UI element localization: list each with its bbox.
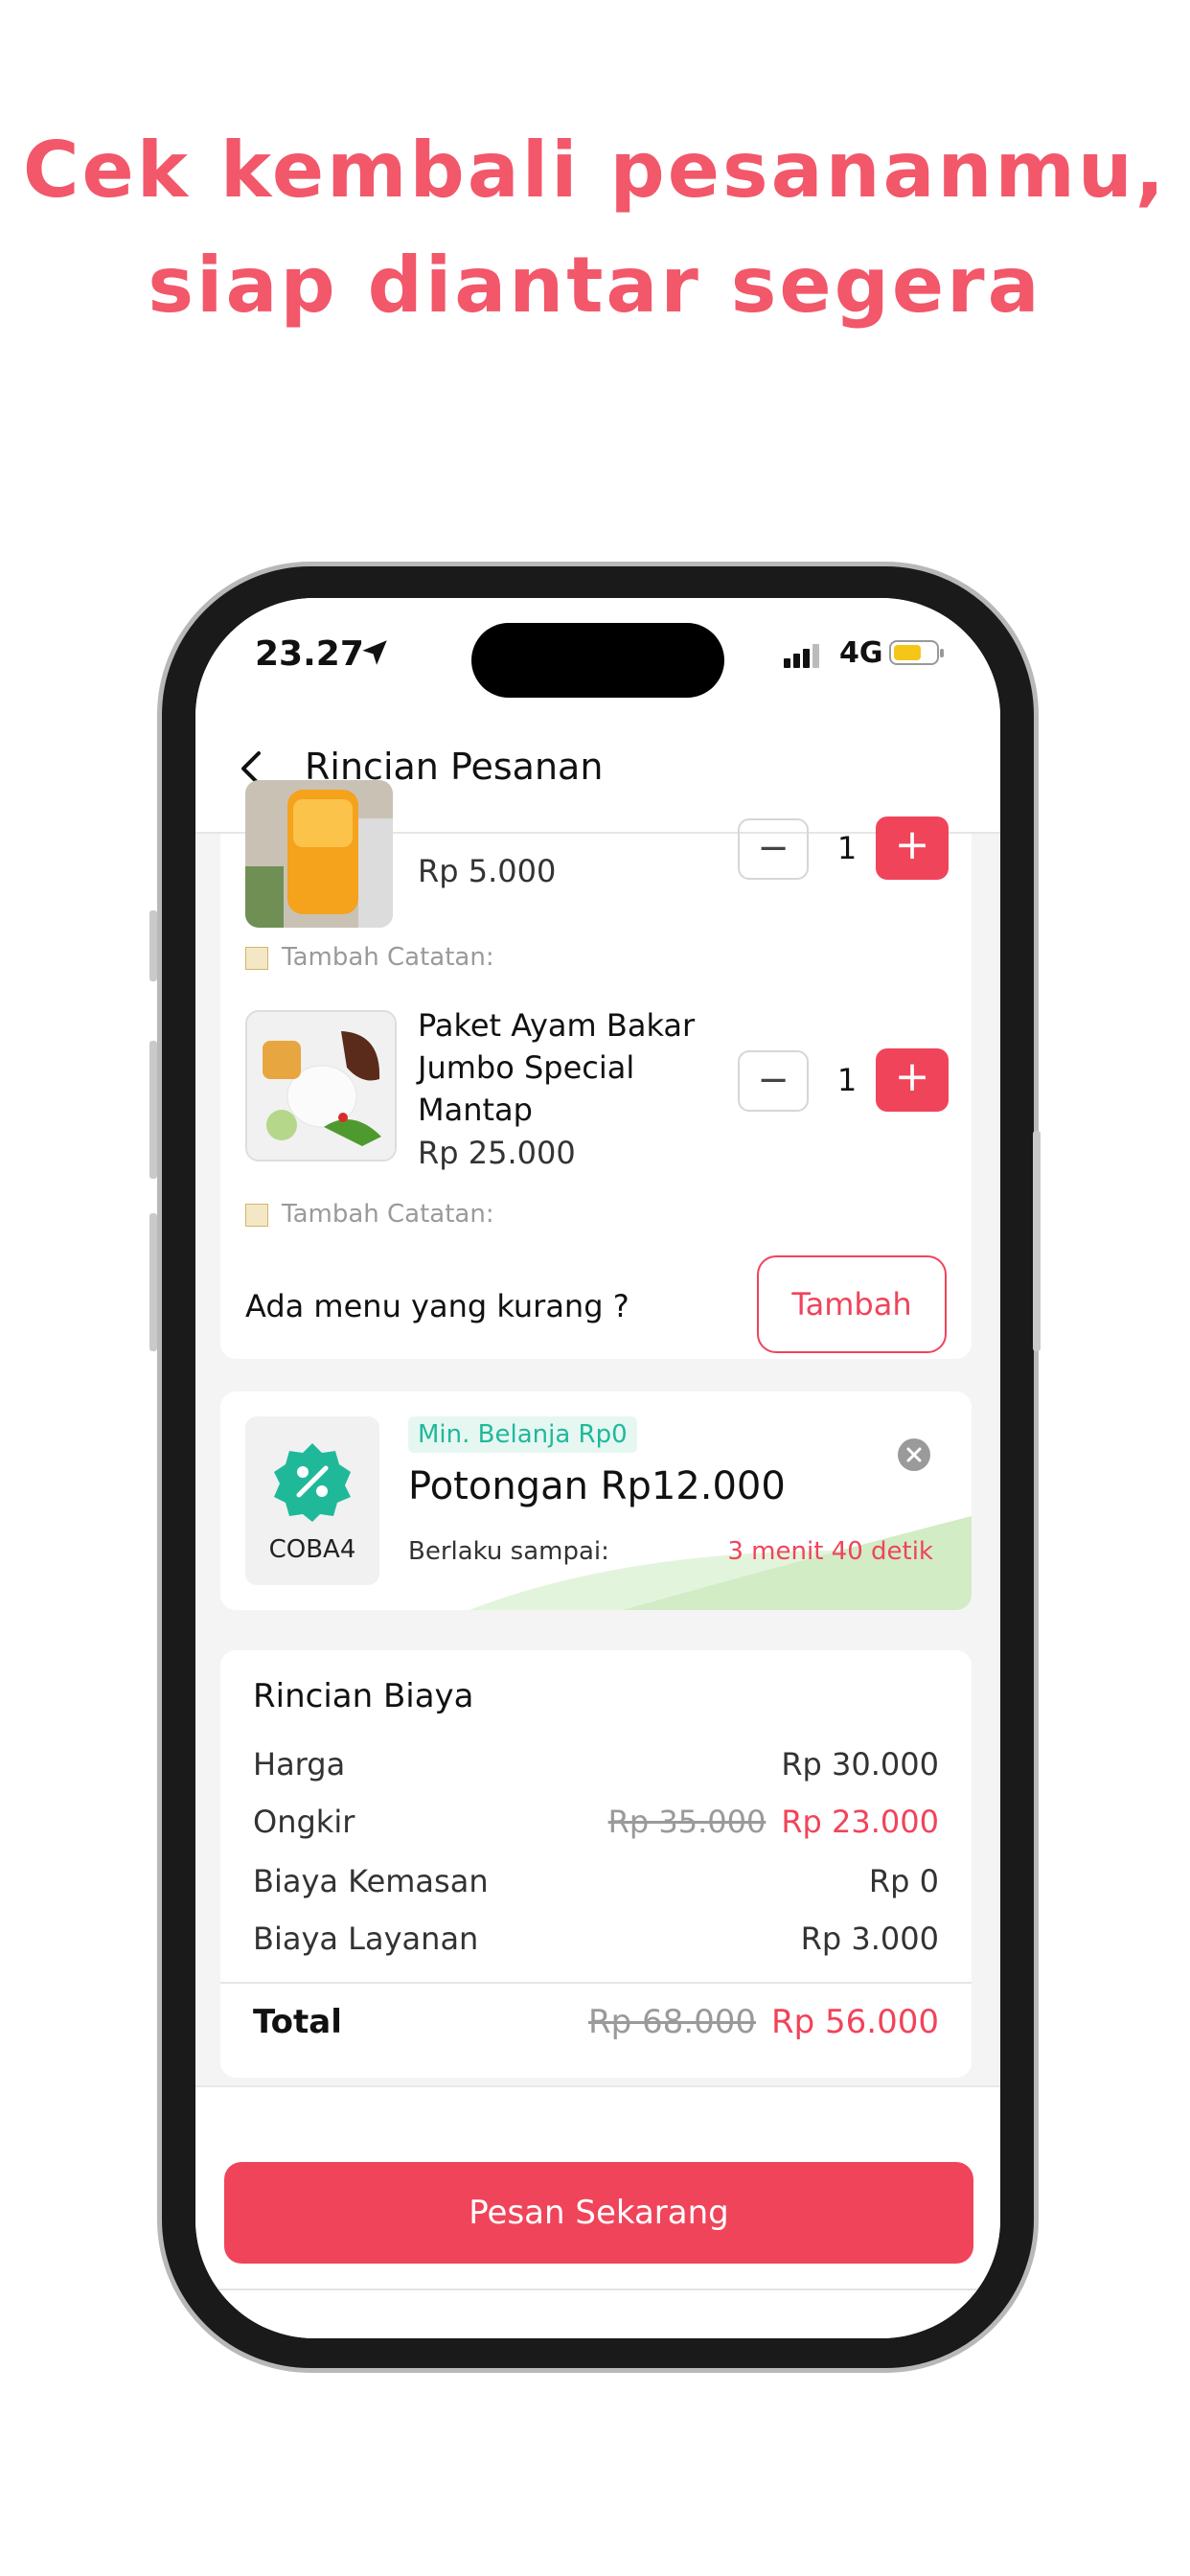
location-arrow-icon [362,640,387,665]
voucher-card[interactable]: COBA4 Min. Belanja Rp0 Potongan Rp12.000… [220,1392,972,1610]
total-old: Rp 68.000 [588,2003,757,2041]
item-decrease-button[interactable]: − [738,818,809,880]
voucher-min-spend: Min. Belanja Rp0 [408,1416,637,1453]
note-label: Tambah Catatan: [282,943,494,972]
power-button [1033,1131,1041,1351]
cost-value-layanan: Rp 3.000 [800,1920,939,1957]
order-items-card: Rp 5.000 − 1 + Tambah Catatan: Paket Aya… [220,780,972,1359]
item-decrease-button[interactable]: − [738,1050,809,1112]
cost-label-kemasan: Biaya Kemasan [253,1863,489,1899]
note-icon [245,1203,268,1227]
promo-line-2: siap diantar segera [148,241,1042,330]
status-bar: 23.27 4G [195,598,1000,713]
cost-new-ongkir: Rp 23.000 [781,1804,939,1840]
total-label: Total [253,2003,342,2041]
add-more-prompt: Ada menu yang kurang ? [245,1288,629,1324]
total-new: Rp 56.000 [771,2003,939,2041]
voucher-title: Potongan Rp12.000 [408,1464,786,1508]
note-icon [245,946,268,970]
item-quantity: 1 [836,1062,858,1098]
cost-label-layanan: Biaya Layanan [253,1920,479,1957]
item-image-juice [245,780,393,928]
note-label: Tambah Catatan: [282,1200,494,1229]
battery-icon [889,640,944,665]
item-price: Rp 25.000 [418,1135,576,1171]
total-value: Rp 68.000 Rp 56.000 [588,2003,939,2041]
voucher-code: COBA4 [268,1535,356,1564]
item-increase-button[interactable]: + [876,1048,949,1112]
cost-value-kemasan: Rp 0 [868,1863,939,1899]
item-image-ayam-bakar [245,1010,397,1162]
item-quantity: 1 [836,830,858,866]
network-type: 4G [839,636,883,670]
cost-value-ongkir: Rp 35.000 Rp 23.000 [608,1804,939,1840]
volume-up-button [149,1041,157,1179]
cost-old-ongkir: Rp 35.000 [607,1804,767,1840]
phone-screen: 23.27 4G Rincian Pesanan Rp 5.000 − 1 + … [195,598,1000,2338]
add-menu-button[interactable]: Tambah [757,1255,947,1353]
voucher-code-box: COBA4 [245,1416,379,1585]
dynamic-island [471,623,724,698]
item-increase-button[interactable]: + [876,816,949,880]
signal-icon [784,644,822,668]
voucher-valid-label: Berlaku sampai: [408,1537,609,1566]
cost-title: Rincian Biaya [253,1677,474,1715]
cost-breakdown-card: Rincian Biaya Harga Rp 30.000 Ongkir Rp … [220,1650,972,2078]
bottom-separator [195,2288,1000,2290]
cost-divider [220,1982,972,1984]
status-time: 23.27 [255,634,364,674]
cost-label-ongkir: Ongkir [253,1804,355,1840]
mute-switch [149,910,157,981]
item-note-link[interactable]: Tambah Catatan: [245,1200,494,1229]
item-price: Rp 5.000 [418,853,557,889]
promo-headline: Cek kembali pesananmu, siap diantar sege… [0,113,1190,343]
promo-line-1: Cek kembali pesananmu, [22,126,1168,215]
close-circle-icon[interactable] [897,1438,931,1472]
volume-down-button [149,1213,157,1351]
voucher-countdown: 3 menit 40 detik [727,1537,933,1566]
order-now-button[interactable]: Pesan Sekarang [224,2162,973,2264]
cost-label-harga: Harga [253,1746,346,1782]
item-note-link[interactable]: Tambah Catatan: [245,943,494,972]
cost-value-harga: Rp 30.000 [781,1746,939,1782]
item-name: Paket Ayam Bakar Jumbo Special Mantap [418,1007,696,1128]
discount-badge-icon [274,1443,351,1522]
